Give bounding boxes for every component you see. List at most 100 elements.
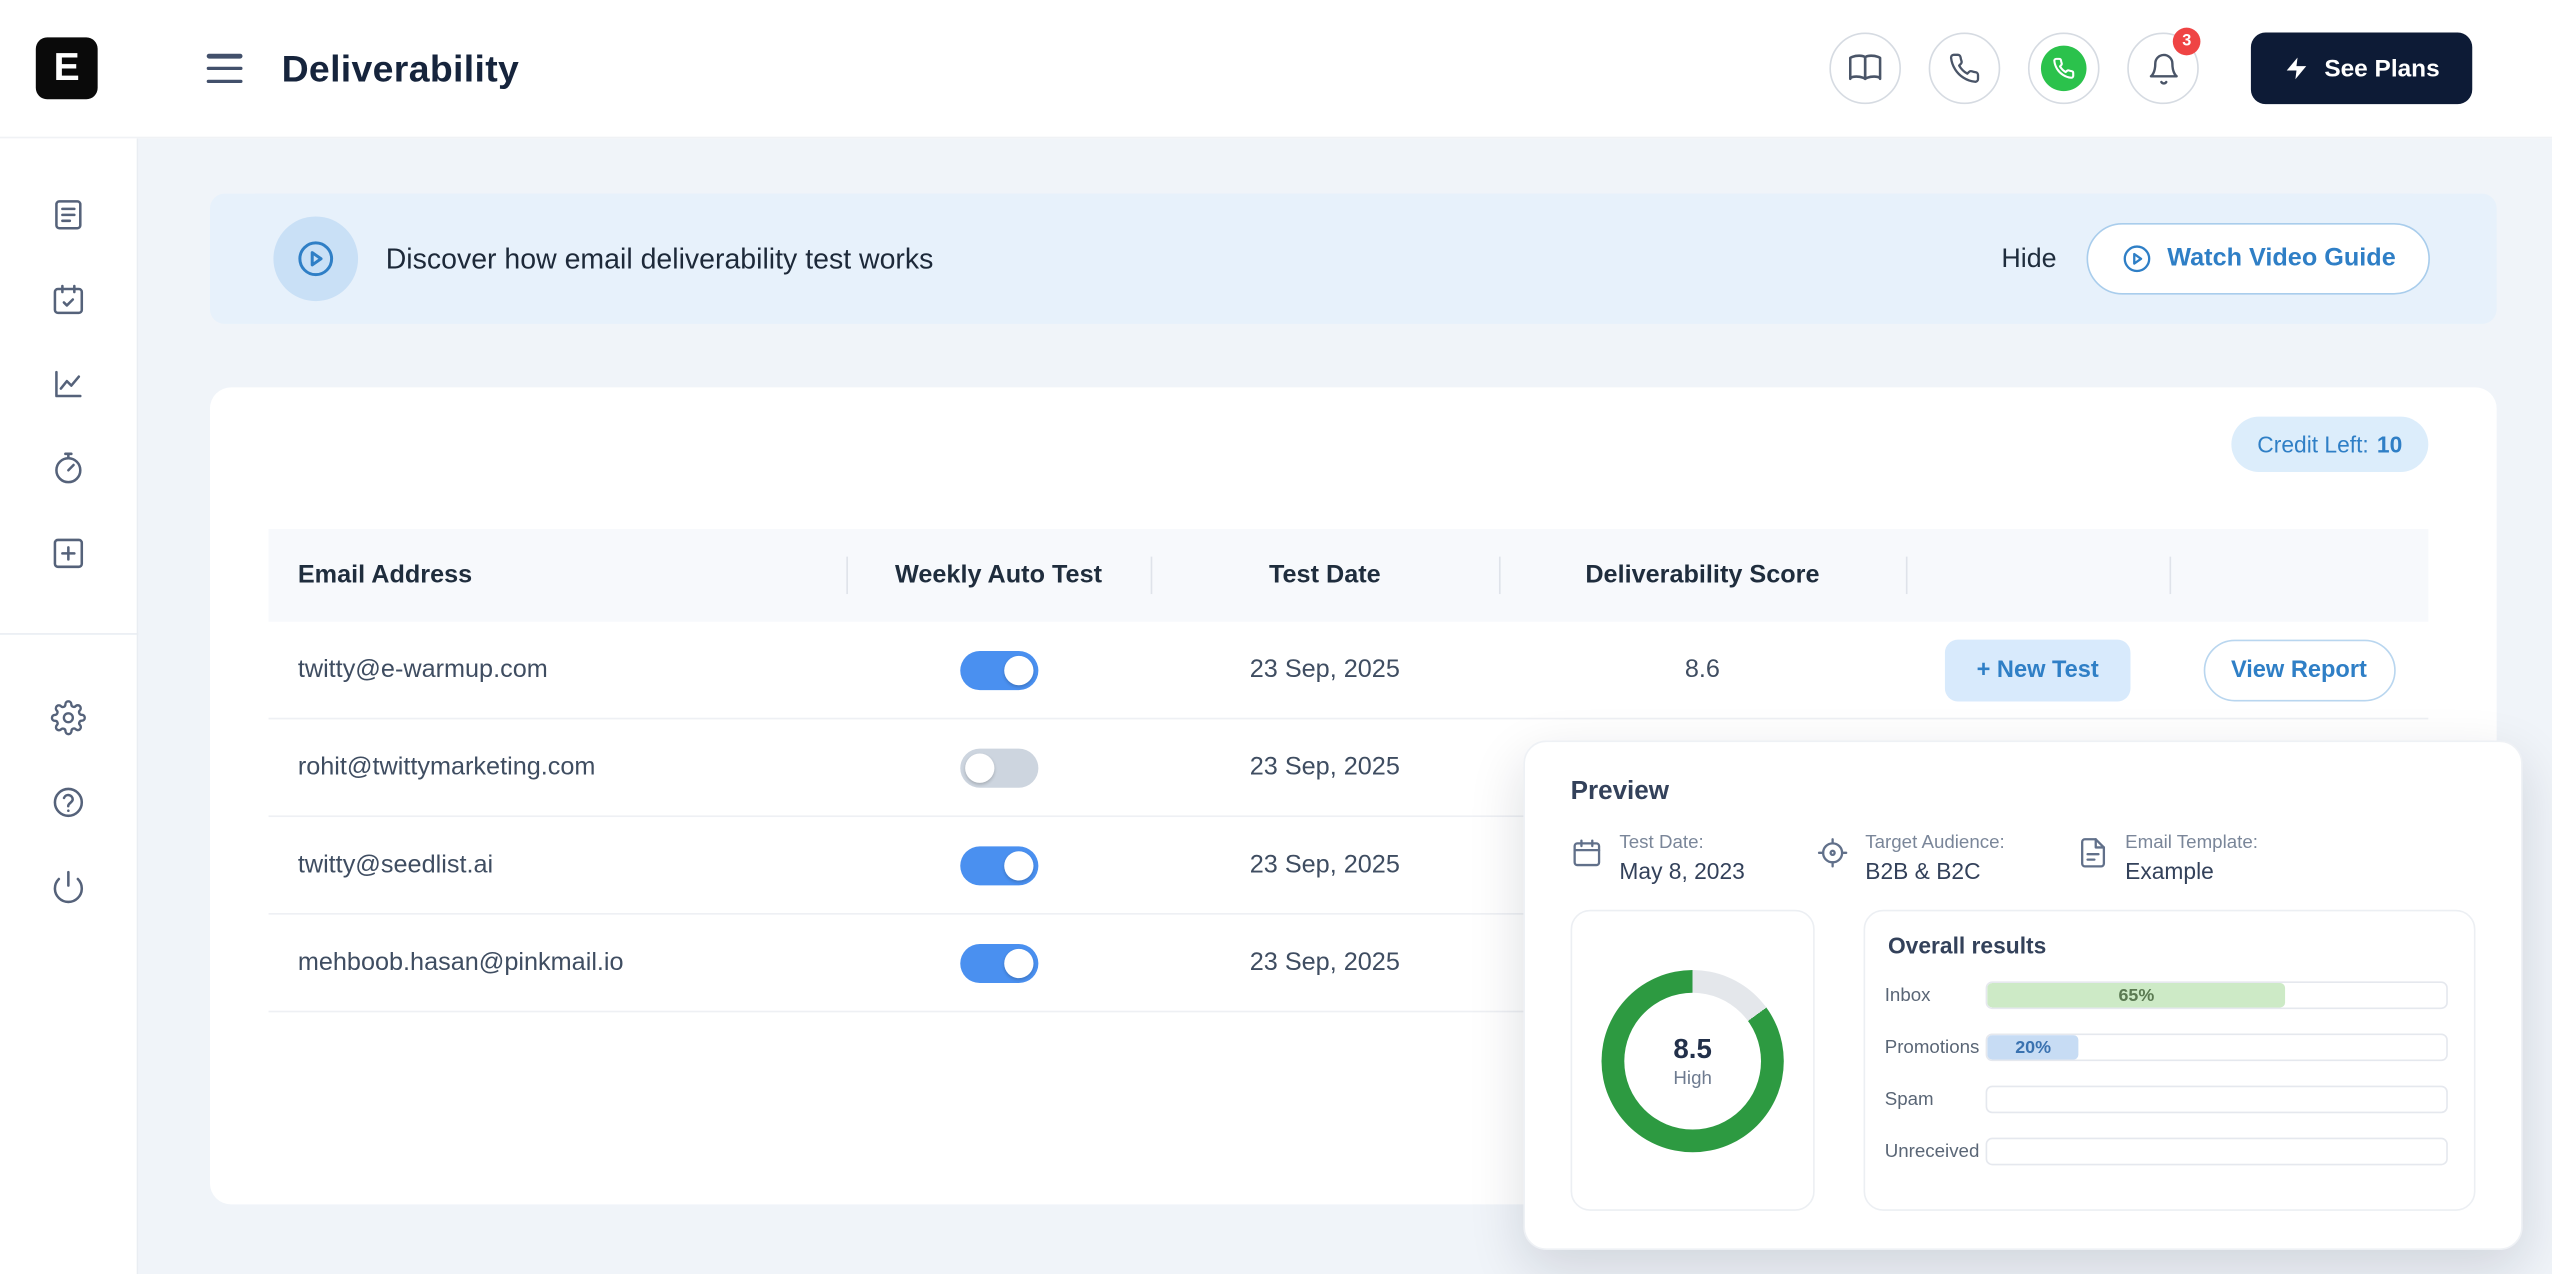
test-date-cell: 23 Sep, 2025: [1249, 850, 1400, 879]
help-circle-icon: [53, 787, 84, 818]
guide-book-button[interactable]: [1829, 32, 1902, 105]
sidebar-item-analytics[interactable]: [50, 366, 86, 402]
app-logo: E: [35, 37, 98, 100]
top-bar: E Deliverability 3 See Plans: [0, 0, 2552, 139]
email-cell: twitty@seedlist.ai: [297, 850, 494, 879]
score-gauge-card: 8.5 High: [1570, 909, 1815, 1211]
table-header-row: Email Address Weekly Auto Test Test Date…: [268, 528, 2429, 622]
gauge-level: High: [1673, 1068, 1712, 1089]
table-row: twitty@e-warmup.com 23 Sep, 2025 8.6 + N…: [268, 622, 2429, 720]
video-guide-banner: Discover how email deliverability test w…: [209, 193, 2497, 324]
inbox-bar: 65%: [1985, 981, 2448, 1010]
line-chart-icon: [55, 370, 82, 398]
toggle-knob: [1003, 850, 1033, 880]
toggle-knob: [964, 752, 994, 783]
overall-results-card: Overall results Inbox 65% Promotions 20%…: [1863, 909, 2476, 1211]
sidebar-item-list[interactable]: [50, 197, 86, 233]
info-value: B2B & B2C: [1865, 857, 1981, 884]
guide-book-icon: [1849, 54, 1882, 81]
column-divider: [1150, 556, 1153, 595]
sidebar-item-schedule[interactable]: [50, 282, 86, 318]
info-value: May 8, 2023: [1619, 857, 1745, 884]
hide-banner-link[interactable]: Hide: [2001, 243, 2056, 274]
main-content: Discover how email deliverability test w…: [138, 138, 2552, 1274]
banner-text: Discover how email deliverability test w…: [385, 241, 934, 275]
credit-left-label: Credit Left:: [2257, 431, 2369, 458]
play-circle-icon[interactable]: [273, 216, 359, 302]
preview-title: Preview: [1570, 777, 1670, 806]
result-label: Unreceived: [1884, 1141, 1980, 1162]
weekly-auto-test-toggle[interactable]: [959, 747, 1038, 787]
result-row: Promotions 20%: [1884, 1033, 2448, 1062]
column-divider: [1905, 556, 1908, 595]
result-label: Spam: [1884, 1089, 1934, 1110]
promotions-bar: 20%: [1985, 1033, 2448, 1062]
new-test-button[interactable]: + New Test: [1944, 638, 2131, 701]
notifications-bell-icon: [2149, 52, 2178, 84]
info-label: Test Date:: [1619, 833, 1704, 853]
weekly-auto-test-toggle[interactable]: [959, 845, 1038, 885]
weekly-auto-test-toggle[interactable]: [959, 650, 1038, 690]
gear-icon: [50, 700, 86, 736]
preview-info-row: Test Date: May 8, 2023 Target Audience: …: [1571, 833, 2489, 884]
inbox-bar-fill: 65%: [1987, 983, 2286, 1008]
notifications-button[interactable]: 3: [2127, 27, 2201, 105]
column-divider: [1498, 556, 1501, 595]
watch-video-guide-label: Watch Video Guide: [2167, 244, 2396, 272]
view-report-button[interactable]: View Report: [2202, 638, 2395, 701]
weekly-auto-test-toggle[interactable]: [959, 943, 1038, 983]
overall-results-title: Overall results: [1887, 932, 2047, 959]
sidebar-item-help[interactable]: [50, 784, 86, 820]
whatsapp-button[interactable]: [2028, 32, 2100, 105]
test-date-cell: 23 Sep, 2025: [1249, 752, 1400, 781]
unreceived-bar: [1985, 1137, 2448, 1166]
result-label: Promotions: [1884, 1037, 1980, 1058]
column-divider: [2169, 556, 2172, 595]
file-icon: [2080, 838, 2105, 868]
preview-email-template: Email Template: Example: [2076, 833, 2258, 884]
email-cell: rohit@twittymarketing.com: [297, 752, 596, 781]
info-value: Example: [2125, 857, 2214, 884]
gauge-ring: 8.5 High: [1601, 969, 1784, 1152]
info-label: Target Audience:: [1865, 833, 2005, 853]
page-title: Deliverability: [281, 46, 520, 89]
info-label: Email Template:: [2125, 833, 2258, 853]
phone-icon: [1950, 53, 1980, 83]
promotions-bar-fill: 20%: [1987, 1035, 2080, 1060]
test-date-cell: 23 Sep, 2025: [1249, 948, 1400, 976]
result-label: Inbox: [1884, 985, 1931, 1006]
watch-video-guide-button[interactable]: Watch Video Guide: [2085, 222, 2430, 295]
spam-bar: [1985, 1085, 2448, 1114]
preview-panel: Preview Test Date: May 8, 2023 Target Au…: [1523, 740, 2523, 1250]
sidebar-item-add[interactable]: [50, 535, 86, 571]
result-row: Inbox 65%: [1884, 981, 2448, 1010]
notification-count-badge: 3: [2172, 27, 2201, 56]
test-date-cell: 23 Sep, 2025: [1249, 655, 1400, 683]
play-outline-icon: [2122, 245, 2150, 273]
gauge-center: 8.5 High: [1624, 991, 1762, 1129]
sidebar-item-speed-test[interactable]: [50, 451, 86, 487]
app-root: E Deliverability 3 See Plans Discover ho…: [0, 0, 2552, 1274]
email-cell: twitty@e-warmup.com: [297, 655, 548, 683]
email-cell: mehboob.hasan@pinkmail.io: [297, 948, 624, 976]
sidebar-divider: [0, 633, 138, 635]
toggle-knob: [1003, 655, 1033, 685]
sidebar-item-logout[interactable]: [50, 869, 86, 905]
preview-test-date: Test Date: May 8, 2023: [1571, 833, 1745, 884]
result-row: Unreceived: [1884, 1137, 2448, 1166]
phone-support-button[interactable]: [1928, 32, 2001, 105]
score-cell: 8.6: [1684, 655, 1720, 683]
column-divider: [846, 556, 848, 595]
hamburger-menu-button[interactable]: [206, 53, 246, 84]
header-actions: 3 See Plans: [1802, 27, 2552, 105]
target-icon: [1818, 838, 1848, 868]
speed-test-icon: [55, 452, 82, 484]
form-list-icon: [55, 200, 82, 230]
sidebar-item-settings[interactable]: [50, 700, 86, 736]
result-row: Spam: [1884, 1085, 2448, 1114]
credit-left-value: 10: [2376, 431, 2403, 458]
see-plans-label: See Plans: [2324, 54, 2440, 83]
see-plans-button[interactable]: See Plans: [2251, 32, 2473, 105]
gauge-score: 8.5: [1673, 1032, 1712, 1064]
credit-left-badge: Credit Left: 10: [2231, 416, 2429, 472]
